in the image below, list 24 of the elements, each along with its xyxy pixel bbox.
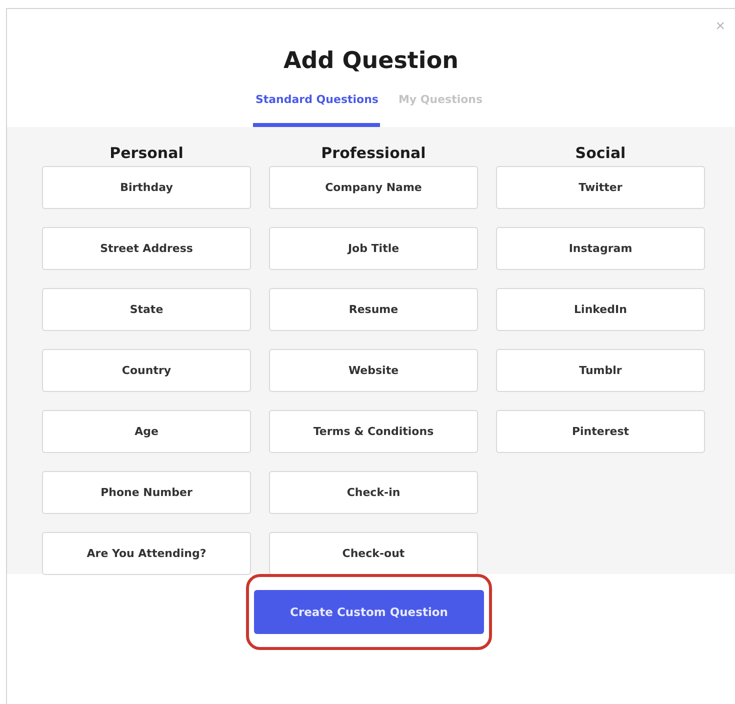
column-heading: Personal [108,143,184,164]
question-option-button[interactable]: Tumblr [496,349,705,392]
question-option-button[interactable]: Twitter [496,166,705,209]
column-heading: Social [574,143,627,164]
question-option-button[interactable]: Street Address [42,227,251,270]
dialog-title: Add Question [282,47,460,76]
question-option-button[interactable]: LinkedIn [496,288,705,331]
question-option-button[interactable]: Resume [269,288,478,331]
question-option-button[interactable]: Birthday [42,166,251,209]
question-option-button[interactable]: Are You Attending? [42,532,251,575]
question-option-button[interactable]: Pinterest [496,410,705,453]
question-option-button[interactable]: Terms & Conditions [269,410,478,453]
question-option-button[interactable]: Company Name [269,166,478,209]
question-option-button[interactable]: Job Title [269,227,478,270]
question-option-button[interactable]: Website [269,349,478,392]
question-option-button[interactable]: Phone Number [42,471,251,514]
column-heading: Professional [320,143,427,164]
create-custom-question-button[interactable]: Create Custom Question [254,590,484,634]
question-option-button[interactable]: Country [42,349,251,392]
question-option-button[interactable]: Age [42,410,251,453]
question-option-button[interactable]: Check-in [269,471,478,514]
question-option-button[interactable]: Instagram [496,227,705,270]
question-option-button[interactable]: State [42,288,251,331]
question-option-button[interactable]: Check-out [269,532,478,575]
